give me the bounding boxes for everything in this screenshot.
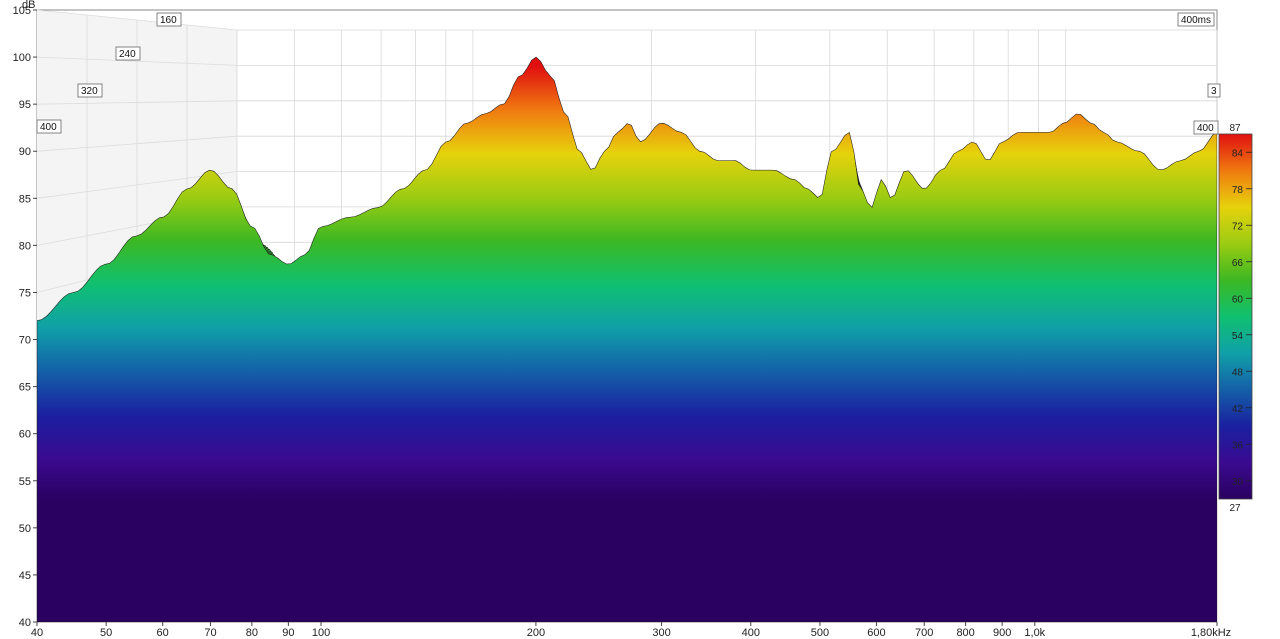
svg-text:400: 400 [1197, 123, 1214, 134]
x-tick-label: 40 [31, 627, 43, 639]
y-tick-label: 85 [19, 193, 31, 205]
colorbar-tick-label: 27 [1229, 503, 1241, 514]
x-tick-label: 1,80kHz [1191, 627, 1231, 639]
x-tick-label: 200 [527, 627, 545, 639]
y-tick-label: 95 [19, 99, 31, 111]
colorbar-tick-label: 42 [1232, 404, 1244, 415]
svg-text:320: 320 [81, 86, 98, 97]
time-label: 3 [1207, 83, 1221, 98]
y-tick-label: 70 [19, 335, 31, 347]
x-tick-label: 300 [652, 627, 670, 639]
x-tick-label: 600 [867, 627, 885, 639]
colorbar-tick-label: 72 [1232, 221, 1244, 232]
colorbar-tick-label: 36 [1232, 440, 1244, 451]
colorbar-tick-label: 66 [1232, 258, 1244, 269]
colorbar-tick-label: 87 [1229, 123, 1241, 134]
x-tick-label: 70 [204, 627, 216, 639]
svg-text:240: 240 [119, 49, 136, 60]
x-tick-label: 800 [956, 627, 974, 639]
x-axis: 40 50 60 70 80 90 100 200 300 400 500 600 700 800 900 1… [31, 622, 1231, 639]
color-scale-bar: 87 84 78 72 66 60 54 48 42 36 30 27 [1218, 123, 1253, 514]
time-label: 160 [156, 12, 182, 27]
svg-text:400: 400 [40, 122, 57, 133]
colorbar-tick-label: 54 [1232, 331, 1244, 342]
time-label: 240 [115, 46, 141, 61]
x-tick-label: 400 [742, 627, 760, 639]
time-label: 400ms [1177, 12, 1215, 27]
time-label: 320 [77, 83, 103, 98]
x-tick-label: 700 [915, 627, 933, 639]
x-tick-label: 90 [282, 627, 294, 639]
svg-text:160: 160 [160, 15, 177, 26]
waterfall-chart: 40 50 60 70 80 90 100 200 300 400 500 600 700 800 900 1… [13, 0, 1253, 639]
x-tick-label: 60 [157, 627, 169, 639]
y-axis: 404550556065707580859095100105 [13, 5, 37, 629]
y-tick-label: 40 [19, 617, 31, 629]
y-axis-label: dB [22, 0, 35, 11]
y-tick-label: 75 [19, 287, 31, 299]
x-tick-label: 100 [312, 627, 330, 639]
colorbar-tick-label: 60 [1232, 294, 1244, 305]
y-tick-label: 45 [19, 570, 31, 582]
colorbar-tick-label: 78 [1232, 185, 1244, 196]
y-tick-label: 90 [19, 146, 31, 158]
x-tick-label: 1,0k [1024, 627, 1045, 639]
svg-text:400ms: 400ms [1181, 15, 1211, 26]
x-tick-label: 900 [993, 627, 1011, 639]
colorbar-tick-label: 48 [1232, 367, 1244, 378]
x-tick-label: 500 [811, 627, 829, 639]
y-tick-label: 50 [19, 523, 31, 535]
y-tick-label: 55 [19, 476, 31, 488]
svg-text:3: 3 [1211, 86, 1217, 97]
x-tick-label: 50 [100, 627, 112, 639]
time-label: 400 [36, 119, 62, 134]
y-tick-label: 65 [19, 382, 31, 394]
colorbar-tick-label: 84 [1232, 148, 1244, 159]
colorbar-tick-label: 30 [1232, 477, 1244, 488]
y-tick-label: 100 [13, 52, 31, 64]
y-tick-label: 80 [19, 240, 31, 252]
x-tick-label: 80 [246, 627, 258, 639]
time-label: 400 [1193, 120, 1219, 135]
y-tick-label: 60 [19, 429, 31, 441]
